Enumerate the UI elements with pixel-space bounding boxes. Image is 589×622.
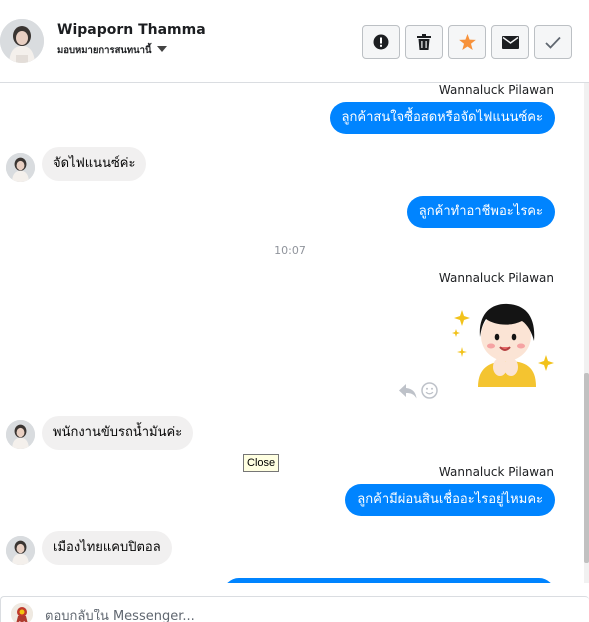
contact-mini-avatar <box>6 536 35 565</box>
email-button[interactable] <box>491 25 529 59</box>
alert-icon <box>373 34 389 50</box>
sender-name: Wannaluck Pilawan <box>438 465 554 479</box>
thread-scrollbar[interactable] <box>584 83 589 583</box>
incoming-message[interactable]: เมืองไทยแคบปิตอล <box>42 531 172 565</box>
caret-down-icon <box>156 46 167 52</box>
contact-name[interactable]: Wipaporn Thamma <box>57 22 206 38</box>
page-avatar <box>11 603 33 622</box>
assign-conversation-dropdown[interactable]: มอบหมายการสนทนานี้ <box>57 43 167 58</box>
assign-label: มอบหมายการสนทนานี้ <box>57 45 152 56</box>
reply-composer <box>0 596 589 622</box>
star-icon <box>458 34 476 50</box>
sender-name: Wannaluck Pilawan <box>438 83 554 97</box>
delete-button[interactable] <box>405 25 443 59</box>
envelope-icon <box>501 35 519 49</box>
report-button[interactable] <box>362 25 400 59</box>
check-icon <box>545 36 561 49</box>
close-tooltip: Close <box>243 454 280 472</box>
incoming-message[interactable]: จัดไฟแนนซ์ค่ะ <box>42 147 147 181</box>
action-toolbar <box>362 25 572 59</box>
contact-mini-avatar <box>6 420 35 449</box>
contact-mini-avatar <box>6 153 35 182</box>
outgoing-message-partial[interactable] <box>223 578 555 583</box>
reply-icon[interactable] <box>399 383 417 399</box>
sender-name: Wannaluck Pilawan <box>438 271 554 285</box>
incoming-message[interactable]: พนักงานขับรถน้ำมันค่ะ <box>42 416 194 450</box>
mark-done-button[interactable] <box>534 25 572 59</box>
scrollbar-thumb[interactable] <box>584 373 589 563</box>
star-button[interactable] <box>448 25 486 59</box>
message-thread[interactable]: Wannaluck Pilawan ลูกค้าสนใจซื้อสดหรือจั… <box>0 83 584 583</box>
message-timestamp: 10:07 <box>274 244 306 257</box>
girl-sparkle-sticker[interactable] <box>448 291 558 399</box>
outgoing-message[interactable]: ลูกค้าสนใจซื้อสดหรือจัดไฟแนนซ์คะ <box>329 102 555 134</box>
outgoing-message[interactable]: ลูกค้าทำอาชีพอะไรคะ <box>406 196 555 228</box>
contact-avatar[interactable] <box>0 19 44 63</box>
reply-input[interactable] <box>45 609 545 622</box>
trash-icon <box>417 34 431 50</box>
conversation-header: Wipaporn Thamma มอบหมายการสนทนานี้ <box>0 0 589 83</box>
emoji-reaction-icon[interactable] <box>421 382 438 399</box>
outgoing-message[interactable]: ลูกค้ามีผ่อนสินเชื่ออะไรอยู่ไหมคะ <box>345 484 555 516</box>
